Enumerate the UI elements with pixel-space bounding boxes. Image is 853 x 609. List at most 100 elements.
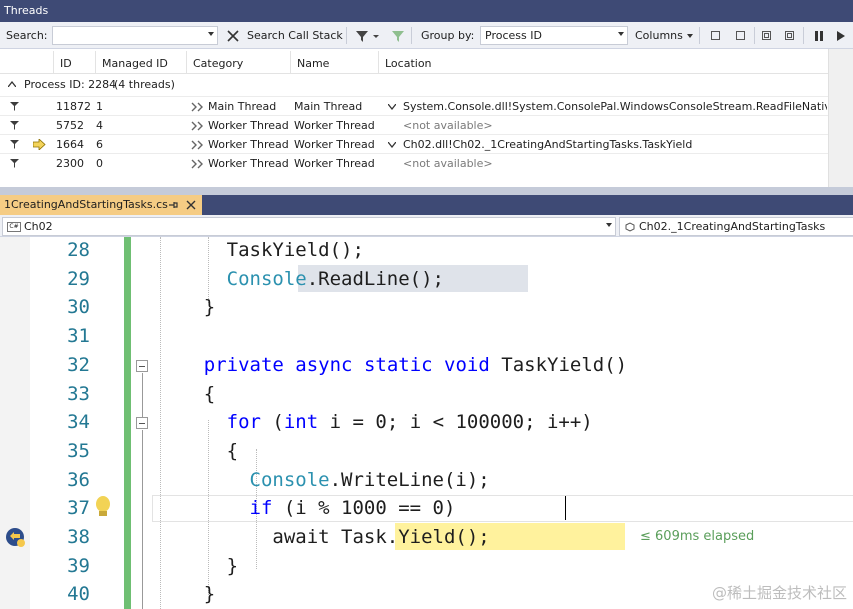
chevron-up-icon[interactable] <box>8 81 16 87</box>
cell-id: 11872 <box>56 100 91 113</box>
threads-window-title: Threads <box>0 0 853 22</box>
expand-all-icon[interactable] <box>711 31 720 40</box>
cell-managed-id: 4 <box>96 119 103 132</box>
pause-icon[interactable] <box>814 31 824 41</box>
window-title: Threads <box>4 4 49 17</box>
code-line[interactable]: } <box>158 555 238 577</box>
grid-scrollbar[interactable] <box>828 49 853 187</box>
separator <box>346 27 347 44</box>
thaw-threads-icon[interactable] <box>785 31 794 40</box>
process-thread-count: (4 threads) <box>114 78 175 91</box>
flag-icon[interactable] <box>10 101 19 112</box>
cell-name: Worker Thread <box>294 138 375 151</box>
code-line[interactable]: { <box>158 440 238 462</box>
thread-category-icon <box>191 140 203 150</box>
close-icon[interactable] <box>186 200 196 210</box>
code-line[interactable]: TaskYield(); <box>158 239 364 261</box>
code-line[interactable]: private async static void TaskYield() <box>158 354 627 376</box>
table-row[interactable]: 11872 1 Main Thread Main Thread System.Conso… <box>0 96 828 115</box>
header-location[interactable]: Location <box>379 51 828 73</box>
fold-line <box>142 430 143 609</box>
line-number: 37 <box>67 497 90 520</box>
glyph-margin[interactable] <box>0 237 30 609</box>
chevron-down-icon <box>618 32 624 36</box>
pin-icon[interactable] <box>168 200 178 210</box>
columns-button[interactable]: Columns <box>635 26 693 45</box>
group-by-select[interactable]: Process ID <box>480 26 628 45</box>
code-line[interactable]: Console.ReadLine(); <box>158 268 444 290</box>
csharp-project-icon: C# <box>7 222 21 232</box>
flag-icon[interactable] <box>10 139 19 150</box>
play-icon[interactable] <box>836 31 846 41</box>
lightbulb-icon[interactable] <box>93 495 113 519</box>
process-label: Process ID: 2284 <box>24 78 117 91</box>
chevron-down-icon <box>686 33 693 38</box>
cell-name: Main Thread <box>294 100 363 113</box>
line-number: 32 <box>67 353 90 376</box>
cell-name: Worker Thread <box>294 119 375 132</box>
thread-category-icon <box>191 159 203 169</box>
separator <box>754 27 755 44</box>
cell-location: <not available> <box>403 119 493 132</box>
search-input[interactable] <box>52 26 218 45</box>
collapse-all-icon[interactable] <box>736 31 745 40</box>
line-number: 30 <box>67 296 90 319</box>
flag-filter-icon <box>392 30 404 42</box>
line-number: 40 <box>67 583 90 606</box>
code-line[interactable]: { <box>158 383 215 405</box>
search-label: Search: <box>6 29 48 42</box>
pane-splitter[interactable] <box>0 187 853 195</box>
collapse-method-button[interactable] <box>136 360 148 372</box>
line-number: 38 <box>67 526 90 548</box>
tab-file[interactable]: 1CreatingAndStartingTasks.cs <box>0 195 202 215</box>
table-row[interactable]: 5752 4 Worker Thread Worker Thread <not avai… <box>0 115 828 134</box>
cell-managed-id: 1 <box>96 100 103 113</box>
cell-location: Ch02.dll!Ch02._1CreatingAndStartingTasks… <box>403 138 693 151</box>
editor-tab-strip: 1CreatingAndStartingTasks.cs <box>0 195 853 215</box>
code-line[interactable]: for (int i = 0; i < 100000; i++) <box>158 411 593 433</box>
code-line[interactable]: Console.WriteLine(i); <box>158 469 490 491</box>
search-call-stack-button[interactable]: Search Call Stack <box>226 26 343 45</box>
header-category[interactable]: Category <box>187 51 291 73</box>
cell-category: Worker Thread <box>208 157 289 170</box>
thread-category-icon <box>191 102 203 112</box>
cell-id: 2300 <box>56 157 84 170</box>
separator <box>803 27 804 44</box>
chevron-down-icon[interactable] <box>388 104 396 110</box>
filter-icon <box>356 30 379 42</box>
cell-name: Worker Thread <box>294 157 375 170</box>
chevron-down-icon[interactable] <box>388 142 396 148</box>
header-name[interactable]: Name <box>291 51 379 73</box>
table-row[interactable]: 2300 0 Worker Thread Worker Thread <not avai… <box>0 153 828 172</box>
code-line[interactable]: if (i % 1000 == 0) <box>158 497 456 519</box>
fold-line <box>142 373 143 417</box>
header-managed-id[interactable]: Managed ID <box>96 51 187 73</box>
freeze-threads-icon[interactable] <box>762 31 771 40</box>
cell-category: Worker Thread <box>208 119 289 132</box>
line-number: 36 <box>67 468 90 491</box>
flag-icon[interactable] <box>10 120 19 131</box>
code-line[interactable]: } <box>158 583 215 605</box>
project-dropdown[interactable]: C# Ch02 <box>2 217 616 236</box>
current-statement-icon[interactable] <box>5 526 27 548</box>
perf-tip[interactable]: ≤ 609ms elapsed <box>640 529 754 544</box>
cell-category: Worker Thread <box>208 138 289 151</box>
filter-button[interactable] <box>355 26 381 45</box>
line-number: 39 <box>67 554 90 577</box>
flag-filter-button[interactable] <box>391 26 405 45</box>
code-editor[interactable]: 28 TaskYield(); 29 Console.ReadLine(); 30 … <box>0 237 853 609</box>
cell-location: <not available> <box>403 157 493 170</box>
line-number: 35 <box>67 439 90 462</box>
header-id[interactable]: ID <box>54 51 96 73</box>
separator <box>699 27 700 44</box>
close-icon <box>227 29 239 42</box>
line-number: 34 <box>67 411 90 434</box>
collapse-for-button[interactable] <box>136 417 148 429</box>
type-dropdown[interactable]: Ch02._1CreatingAndStartingTasks <box>619 217 853 236</box>
header-flag <box>0 51 54 73</box>
flag-icon[interactable] <box>10 158 19 169</box>
code-line[interactable]: } <box>158 296 215 318</box>
table-row[interactable]: 1664 6 Worker Thread Worker Thread Ch02.dll!… <box>0 134 828 153</box>
line-number: 33 <box>67 382 90 405</box>
code-line[interactable]: await Task.Yield(); <box>158 526 489 548</box>
